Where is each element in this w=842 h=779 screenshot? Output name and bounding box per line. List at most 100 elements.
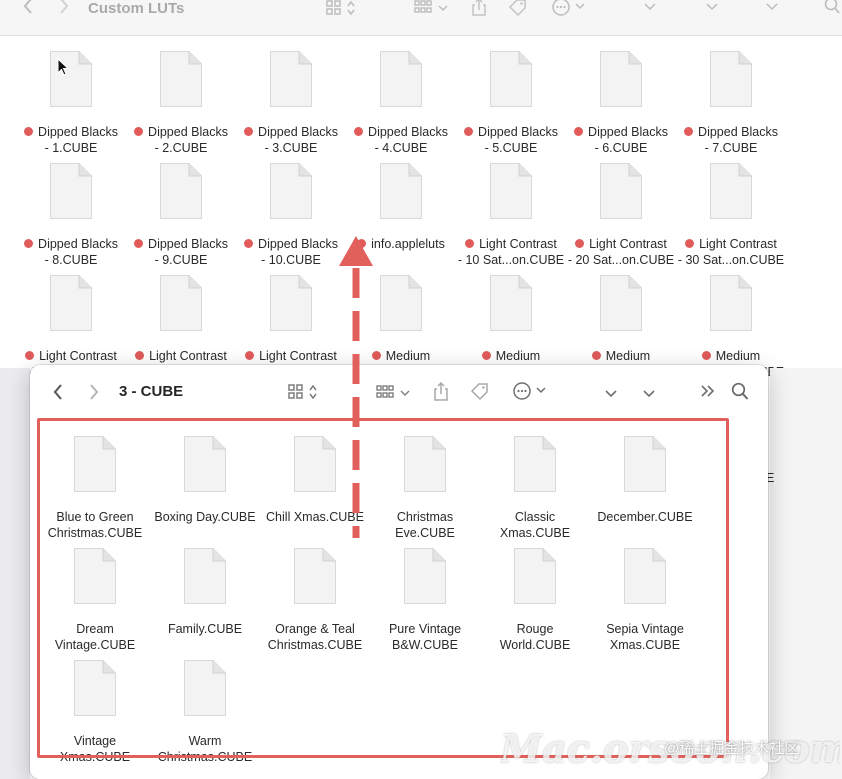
file-name: Dipped Blacks - 9.CUBE xyxy=(126,236,236,268)
red-tag-dot xyxy=(134,239,144,248)
red-tag-dot xyxy=(24,239,34,248)
file-name-line: - 10.CUBE xyxy=(261,253,321,267)
red-tag-dot xyxy=(24,127,34,136)
file-name: Dipped Blacks - 5.CUBE xyxy=(456,124,566,156)
document-icon xyxy=(599,162,643,225)
overflow-icon[interactable] xyxy=(700,384,716,403)
file-item[interactable]: Dipped Blacks - 4.CUBE xyxy=(346,50,456,162)
chevron-right-icon[interactable] xyxy=(58,0,70,18)
file-item[interactable]: Dipped Blacks - 6.CUBE xyxy=(566,50,676,162)
sort-icon[interactable] xyxy=(605,386,617,404)
file-item[interactable]: Light Contrast - 10 Sat...on.CUBE xyxy=(456,162,566,274)
file-name-line: - 4.CUBE xyxy=(374,141,428,155)
red-tag-dot xyxy=(25,351,35,360)
view-options-chevron-icon[interactable] xyxy=(706,0,718,16)
document-icon xyxy=(159,50,203,113)
share-icon[interactable] xyxy=(470,0,488,20)
file-item[interactable]: Dipped Blacks - 3.CUBE xyxy=(236,50,346,162)
file-name-line: Light Contrast xyxy=(149,349,227,363)
file-name-line: Dipped Blacks xyxy=(588,125,668,139)
group-by-icon[interactable] xyxy=(414,0,452,20)
file-name-line: Dipped Blacks xyxy=(258,237,338,251)
back-window-title: Custom LUTs xyxy=(88,0,185,17)
file-name-line: Dipped Blacks xyxy=(698,125,778,139)
file-name-line: Light Contrast xyxy=(699,237,777,251)
document-icon xyxy=(379,50,423,113)
file-item[interactable]: Dipped Blacks - 2.CUBE xyxy=(126,50,236,162)
file-name-line: - 7.CUBE xyxy=(704,141,758,155)
forward-icon[interactable] xyxy=(88,383,100,406)
file-name-line: Dipped Blacks xyxy=(148,125,228,139)
chevron-left-icon[interactable] xyxy=(22,0,34,18)
document-icon xyxy=(599,50,643,113)
tag-icon[interactable] xyxy=(470,382,490,405)
file-name-line: Light Contrast xyxy=(589,237,667,251)
file-name: info.appleluts xyxy=(346,236,456,252)
document-icon xyxy=(269,274,313,337)
tag-icon[interactable] xyxy=(508,0,528,20)
document-icon xyxy=(379,274,423,337)
red-tag-dot xyxy=(684,127,694,136)
file-item[interactable]: info.appleluts xyxy=(346,162,456,274)
file-item[interactable]: Dipped Blacks - 8.CUBE xyxy=(16,162,126,274)
file-name-line: - 1.CUBE xyxy=(44,141,98,155)
share-icon[interactable] xyxy=(432,381,450,406)
search-icon[interactable] xyxy=(824,0,840,19)
file-item[interactable]: Dipped Blacks - 10.CUBE xyxy=(236,162,346,274)
file-name-line: - 3.CUBE xyxy=(264,141,318,155)
file-name: Dipped Blacks - 6.CUBE xyxy=(566,124,676,156)
red-tag-dot xyxy=(357,239,367,248)
red-tag-dot xyxy=(465,239,475,248)
red-tag-dot xyxy=(245,351,255,360)
icon-view-icon[interactable] xyxy=(326,0,360,20)
file-item[interactable]: Light Contrast - 30 Sat...on.CUBE xyxy=(676,162,786,274)
red-tag-dot xyxy=(575,239,585,248)
file-name-line: Light Contrast xyxy=(39,349,117,363)
icon-view-icon[interactable] xyxy=(288,384,322,405)
file-item[interactable]: Dipped Blacks - 7.CUBE xyxy=(676,50,786,162)
source-watermark: @稀土掘金技术社区 xyxy=(664,740,800,757)
file-item[interactable]: Light Contrast - 20 Sat...on.CUBE xyxy=(566,162,676,274)
more-actions-icon[interactable] xyxy=(513,382,547,405)
file-name-line: - 10 Sat...on.CUBE xyxy=(457,253,565,267)
red-tag-dot xyxy=(481,351,491,360)
file-name-line: Light Contrast xyxy=(259,349,337,363)
document-icon xyxy=(49,162,93,225)
back-window-toolbar: Custom LUTs xyxy=(0,0,842,36)
file-name-line: Medium xyxy=(495,349,541,363)
red-tag-dot xyxy=(685,239,695,248)
file-name: Dipped Blacks - 8.CUBE xyxy=(16,236,126,268)
document-icon xyxy=(159,162,203,225)
document-icon xyxy=(599,274,643,337)
file-name-line: - 20 Sat...on.CUBE xyxy=(567,253,675,267)
file-name-line: info.appleluts xyxy=(371,237,445,251)
search-icon[interactable] xyxy=(731,382,749,407)
file-name-line: Medium xyxy=(385,349,431,363)
red-tag-dot xyxy=(134,127,144,136)
document-icon xyxy=(709,274,753,337)
file-name-line: - 2.CUBE xyxy=(154,141,208,155)
file-name: Light Contrast - 30 Sat...on.CUBE xyxy=(676,236,786,268)
file-item[interactable]: Dipped Blacks - 9.CUBE xyxy=(126,162,236,274)
red-tag-dot xyxy=(135,351,145,360)
sort-chevron-icon[interactable] xyxy=(644,0,656,16)
file-name: Light Contrast - 10 Sat...on.CUBE xyxy=(456,236,566,268)
file-name-line: Dipped Blacks xyxy=(368,125,448,139)
file-name-line: Medium xyxy=(605,349,651,363)
file-item[interactable]: Dipped Blacks - 1.CUBE xyxy=(16,50,126,162)
file-name: Dipped Blacks - 3.CUBE xyxy=(236,124,346,156)
back-icon[interactable] xyxy=(52,383,64,406)
overflow-chevron-icon[interactable] xyxy=(766,0,778,16)
file-name: Dipped Blacks - 1.CUBE xyxy=(16,124,126,156)
document-icon xyxy=(489,50,533,113)
more-actions-icon[interactable] xyxy=(552,0,586,20)
file-name-line: - 8.CUBE xyxy=(44,253,98,267)
front-finder-window: 3 - CUBE Blue to Green Christmas.CUBE Boxi… xyxy=(30,365,768,779)
file-item[interactable]: Dipped Blacks - 5.CUBE xyxy=(456,50,566,162)
group-by-icon[interactable] xyxy=(376,385,414,406)
file-name-line: - 6.CUBE xyxy=(594,141,648,155)
red-tag-dot xyxy=(371,351,381,360)
file-name-line: Medium xyxy=(715,349,761,363)
view-options-icon[interactable] xyxy=(643,386,655,404)
document-icon xyxy=(489,274,533,337)
